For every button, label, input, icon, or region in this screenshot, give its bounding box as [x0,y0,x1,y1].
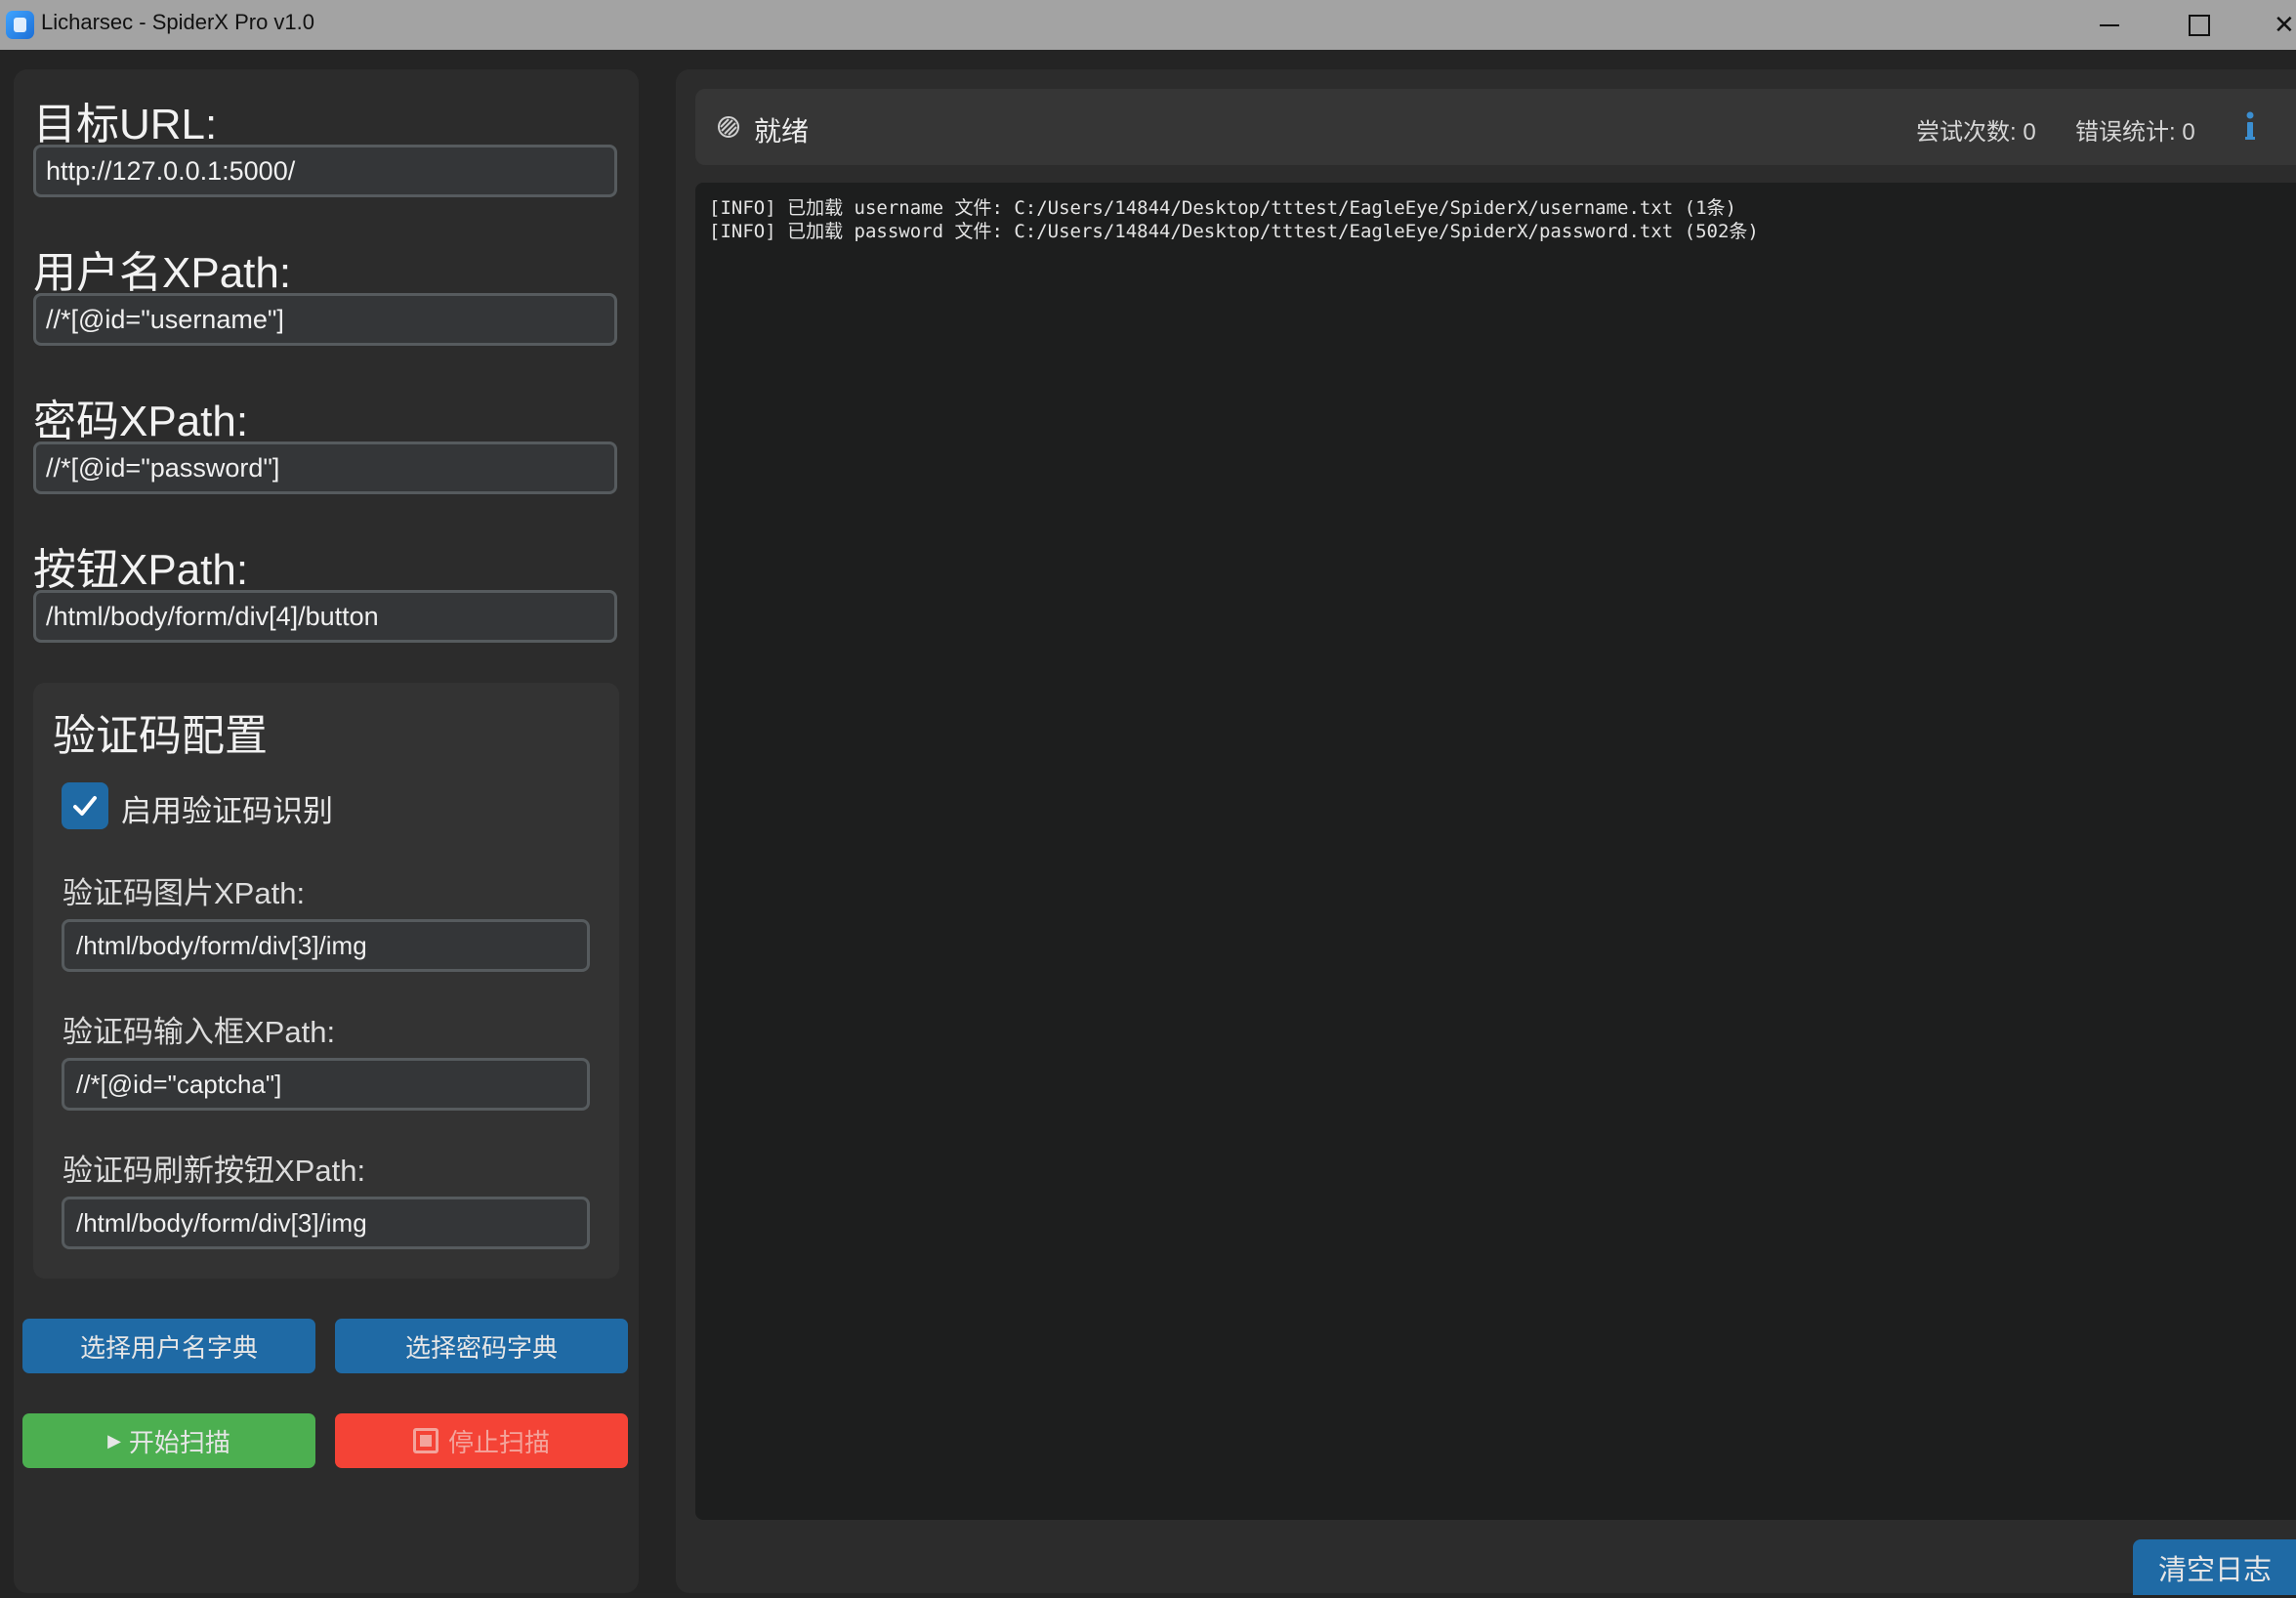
captcha-input-xpath-label: 验证码输入框XPath: [63,1015,336,1049]
app-icon [6,11,34,39]
log-line: [INFO] 已加载 password 文件: C:/Users/14844/D… [709,221,1759,242]
start-scan-label: 开始扫描 [128,1427,230,1457]
enable-captcha-checkbox[interactable] [62,782,108,829]
info-icon[interactable] [2240,108,2260,144]
title-bar: Licharsec - SpiderX Pro v1.0 ✕ [0,0,2296,50]
start-scan-button[interactable]: ▶ 开始扫描 [22,1413,315,1468]
captcha-refresh-xpath-input[interactable] [62,1197,590,1249]
password-xpath-label: 密码XPath: [33,398,249,445]
log-line: [INFO] 已加载 username 文件: C:/Users/14844/D… [709,197,1736,219]
minimize-icon[interactable] [2076,0,2143,50]
output-panel: 就绪 尝试次数: 0 错误统计: 0 [INFO] 已加载 username 文… [676,69,2296,1595]
url-label: 目标URL: [33,101,218,148]
captcha-config-title: 验证码配置 [53,712,268,760]
error-count: 错误统计: 0 [2075,119,2195,146]
button-xpath-label: 按钮XPath: [33,546,249,594]
window-title: Licharsec - SpiderX Pro v1.0 [41,10,315,34]
log-textbox[interactable]: [INFO] 已加载 username 文件: C:/Users/14844/D… [695,183,2296,1520]
select-username-dict-button[interactable]: 选择用户名字典 [22,1319,315,1373]
captcha-image-xpath-input[interactable] [62,919,590,972]
password-xpath-input[interactable] [33,442,617,494]
maximize-icon[interactable] [2166,0,2233,50]
captcha-config-frame: 验证码配置 启用验证码识别 验证码图片XPath: 验证码输入框XPath: 验… [33,683,619,1279]
close-icon[interactable]: ✕ [2256,0,2296,50]
status-spinner-icon [718,116,739,138]
attempts-count: 尝试次数: 0 [1916,119,2036,146]
checkmark-icon [73,796,97,816]
config-panel: 目标URL: 用户名XPath: 密码XPath: 按钮XPath: 验证码配置… [14,69,639,1593]
username-xpath-label: 用户名XPath: [33,249,292,297]
stop-icon [412,1428,438,1453]
status-bar: 就绪 尝试次数: 0 错误统计: 0 [695,89,2296,165]
captcha-refresh-xpath-label: 验证码刷新按钮XPath: [63,1154,366,1188]
captcha-image-xpath-label: 验证码图片XPath: [63,876,306,910]
username-xpath-input[interactable] [33,293,617,346]
url-input[interactable] [33,145,617,197]
select-password-dict-button[interactable]: 选择密码字典 [335,1319,628,1373]
clear-log-button[interactable]: 清空日志 [2133,1539,2296,1595]
play-icon: ▶ [107,1430,121,1451]
button-xpath-input[interactable] [33,590,617,643]
status-text: 就绪 [754,116,810,147]
enable-captcha-label[interactable]: 启用验证码识别 [121,786,333,830]
stop-scan-button[interactable]: 停止扫描 [335,1413,628,1468]
captcha-input-xpath-input[interactable] [62,1058,590,1111]
stop-scan-label: 停止扫描 [447,1427,550,1457]
